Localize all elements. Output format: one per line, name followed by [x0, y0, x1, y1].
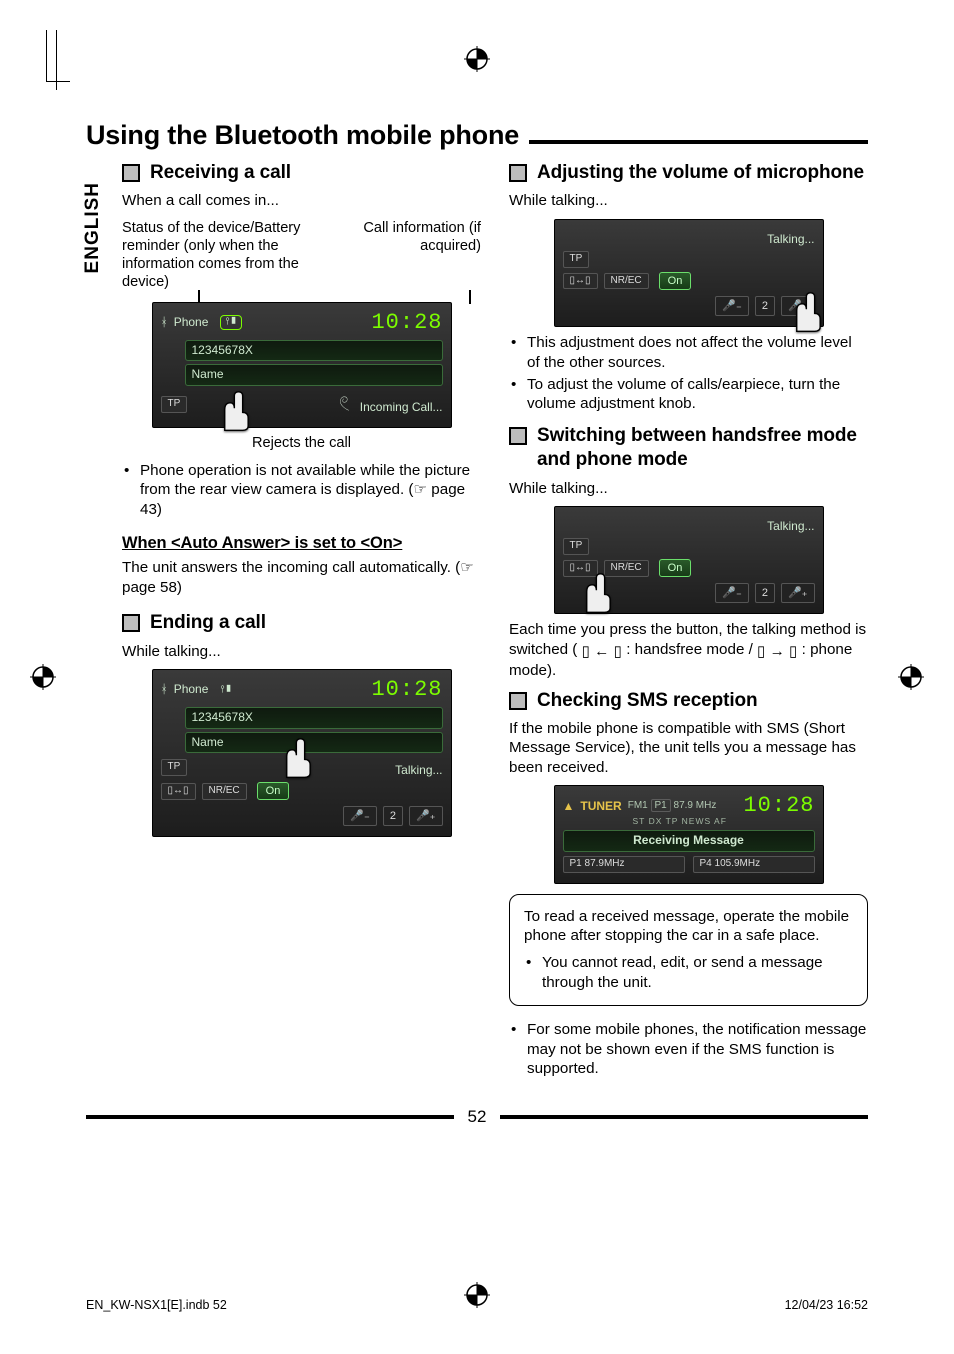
footer-filename: EN_KW-NSX1[E].indb 52	[86, 1298, 227, 1312]
bullet-text: You cannot read, edit, or send a message…	[524, 953, 853, 992]
nrec-chip: NR/EC	[604, 273, 649, 290]
signal-battery-box: ⫯▮	[220, 684, 232, 697]
section-title: Receiving a call	[150, 161, 291, 185]
page-title: Using the Bluetooth mobile phone	[86, 120, 519, 151]
section-marker-icon	[509, 427, 527, 445]
preset-chip: P4 105.9MHz	[693, 856, 815, 873]
body-text: Each time you press the button, the talk…	[509, 620, 868, 680]
body-text: If the mobile phone is compatible with S…	[509, 719, 868, 777]
page-number: 52	[464, 1107, 491, 1127]
mic-vol-value: 2	[755, 583, 775, 603]
body-text: While talking...	[509, 191, 868, 210]
clock: 10:28	[371, 676, 442, 704]
call-status: Incoming Call...	[360, 400, 443, 415]
bluetooth-icon: ᚼ	[161, 315, 168, 330]
bluetooth-icon: ᚼ	[161, 682, 168, 697]
registration-mark-left	[30, 664, 56, 690]
bullet-text: Phone operation is not available while t…	[122, 461, 481, 519]
bullet-text: For some mobile phones, the notification…	[509, 1020, 868, 1078]
preset-chip: P1 87.9MHz	[563, 856, 685, 873]
mic-vol-value: 2	[383, 806, 403, 826]
on-button: On	[659, 559, 692, 577]
callout-status: Status of the device/Battery reminder (o…	[122, 219, 345, 292]
registration-mark-top	[464, 46, 490, 72]
receiving-message: Receiving Message	[563, 830, 815, 851]
tp-indicator: TP	[563, 538, 590, 555]
hand-pointer-icon	[211, 389, 255, 433]
body-text: While talking...	[509, 479, 868, 498]
title-rule	[529, 140, 868, 144]
screenshot-talking: ᚼ Phone ⫯▮ 10:28 12345678X Name TP Talki…	[152, 669, 452, 837]
section-title: Switching between handsfree mode and pho…	[537, 424, 868, 473]
crop-mark	[46, 30, 70, 82]
on-button: On	[257, 782, 290, 800]
tuner-label: TUNER	[580, 799, 621, 814]
note-text: To read a received message, operate the …	[524, 907, 853, 946]
call-status: Talking...	[767, 519, 814, 534]
screenshot-mode-switch: Talking... TP ▯↔▯ NR/EC On 🎤₋ 2 🎤₊	[554, 506, 824, 614]
hand-pointer-icon	[573, 571, 617, 615]
mic-vol-down: 🎤₋	[343, 806, 377, 826]
caller-number: 12345678X	[185, 340, 443, 361]
status-flags: ST DX TP NEWS AF	[633, 816, 815, 827]
section-marker-icon	[122, 164, 140, 182]
text-fragment: : handsfree mode /	[626, 641, 757, 658]
signal-battery-box: ⫯▮	[220, 315, 242, 330]
callout-callinfo: Call information (if acquired)	[355, 219, 481, 292]
reject-icon: 𓏲	[339, 392, 350, 418]
phone-mode-icon: ▯ → ▯	[757, 642, 797, 661]
caption-rejects: Rejects the call	[122, 434, 481, 453]
language-tab: ENGLISH	[80, 176, 106, 279]
subsection-title: When <Auto Answer> is set to <On>	[122, 533, 481, 554]
note-box: To read a received message, operate the …	[509, 894, 868, 1007]
clock: 10:28	[371, 309, 442, 337]
mode-switch-chip: ▯↔▯	[563, 273, 598, 290]
mic-vol-value: 2	[755, 296, 775, 316]
source-label: Phone	[174, 315, 209, 330]
section-title: Checking SMS reception	[537, 689, 758, 713]
mic-vol-down: 🎤₋	[715, 296, 749, 316]
call-status: Talking...	[395, 763, 442, 778]
caller-name: Name	[185, 364, 443, 385]
tp-indicator: TP	[161, 396, 188, 413]
screenshot-incoming-call: ᚼ Phone ⫯▮ 10:28 12345678X Name TP 𓏲 Inc…	[152, 302, 452, 428]
registration-mark-right	[898, 664, 924, 690]
hand-pointer-icon	[273, 736, 317, 780]
left-column: Receiving a call When a call comes in...…	[122, 157, 481, 1089]
footer-rule	[86, 1115, 454, 1119]
screenshot-mic-volume: Talking... TP ▯↔▯ NR/EC On 🎤₋ 2 🎤₊	[554, 219, 824, 327]
screenshot-sms: ▲ TUNER FM1 P1 87.9 MHz 10:28 ST DX TP N…	[554, 785, 824, 883]
right-column: Adjusting the volume of microphone While…	[509, 157, 868, 1089]
tp-indicator: TP	[161, 759, 188, 776]
hand-pointer-icon	[783, 290, 827, 334]
on-button: On	[659, 272, 692, 290]
footer-rule	[500, 1115, 868, 1119]
mic-vol-up: 🎤₊	[409, 806, 443, 826]
caller-number: 12345678X	[185, 707, 443, 728]
mode-switch-chip: ▯↔▯	[161, 783, 196, 800]
section-title: Adjusting the volume of microphone	[537, 161, 864, 185]
band-chip: FM1 P1 87.9 MHz	[628, 800, 717, 813]
tp-indicator: TP	[563, 251, 590, 268]
callout-arrow	[469, 290, 471, 304]
section-marker-icon	[509, 692, 527, 710]
source-label: Phone	[174, 682, 209, 697]
body-text: While talking...	[122, 642, 481, 661]
nrec-chip: NR/EC	[202, 783, 247, 800]
mic-vol-up: 🎤₊	[781, 583, 815, 603]
intro-text: When a call comes in...	[122, 191, 481, 210]
tuner-icon: ▲	[563, 799, 575, 814]
section-marker-icon	[122, 614, 140, 632]
body-text: The unit answers the incoming call autom…	[122, 558, 481, 597]
section-title: Ending a call	[150, 611, 266, 635]
call-status: Talking...	[767, 232, 814, 247]
handsfree-mode-icon: ▯ ← ▯	[582, 642, 622, 661]
footer-timestamp: 12/04/23 16:52	[785, 1298, 868, 1312]
bullet-text: This adjustment does not affect the volu…	[509, 333, 868, 372]
section-marker-icon	[509, 164, 527, 182]
bullet-text: To adjust the volume of calls/earpiece, …	[509, 375, 868, 414]
mic-vol-down: 🎤₋	[715, 583, 749, 603]
